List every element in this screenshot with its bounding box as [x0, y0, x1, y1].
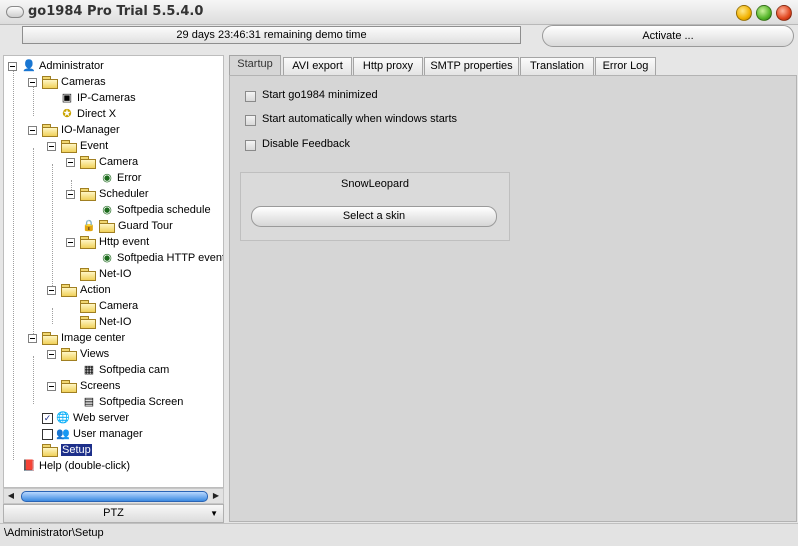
- tree-node-administrator[interactable]: 👤 Administrator: [8, 58, 104, 74]
- close-button[interactable]: [776, 5, 792, 21]
- folder-icon: [80, 236, 96, 250]
- tree-node-user-manager[interactable]: 👥 User manager: [42, 426, 143, 442]
- event-icon: ◉: [102, 172, 112, 185]
- tree-node-net-io[interactable]: Net-IO: [80, 266, 131, 282]
- demo-time-bar: 29 days 23:46:31 remaining demo time: [22, 26, 521, 44]
- folder-icon: [61, 140, 77, 154]
- folder-icon: [80, 188, 96, 202]
- event-icon: ◉: [102, 252, 112, 265]
- select-skin-button[interactable]: Select a skin: [251, 206, 497, 227]
- disable-feedback-checkbox[interactable]: [245, 140, 256, 151]
- ptz-label: PTZ: [103, 507, 124, 519]
- tree-line: [52, 164, 53, 292]
- maximize-button[interactable]: [756, 5, 772, 21]
- tree-node-ip-cameras[interactable]: ▣ IP-Cameras: [60, 90, 136, 106]
- folder-icon: [80, 300, 96, 314]
- tree-node-direct-x[interactable]: ✪ Direct X: [60, 106, 116, 122]
- tab-translation[interactable]: Translation: [520, 57, 594, 75]
- tree-line: [52, 308, 53, 324]
- folder-icon: [80, 156, 96, 170]
- tree-node-views[interactable]: Views: [47, 346, 109, 362]
- tree-node-softpedia-cam[interactable]: ▦ Softpedia cam: [82, 362, 170, 378]
- folder-icon: [80, 316, 96, 330]
- tab-smtp-properties[interactable]: SMTP properties: [424, 57, 519, 75]
- tree-node-image-center[interactable]: Image center: [28, 330, 125, 346]
- lock-icon: 🔒: [82, 220, 96, 233]
- folder-icon: [42, 124, 58, 138]
- tree-node-setup[interactable]: Setup: [42, 442, 92, 458]
- tree-node-event-camera[interactable]: Camera: [66, 154, 138, 170]
- start-minimized-label: Start go1984 minimized: [262, 89, 378, 101]
- screen-icon: ▤: [83, 396, 95, 409]
- tree-node-error[interactable]: ◉ Error: [100, 170, 141, 186]
- scroll-left-arrow-icon[interactable]: ◀: [4, 489, 18, 503]
- skin-name: SnowLeopard: [341, 178, 409, 190]
- window-menu-icon[interactable]: [6, 6, 24, 18]
- users-icon: 👥: [56, 428, 70, 441]
- tree-node-web-server[interactable]: ✓ 🌐 Web server: [42, 410, 129, 426]
- ptz-dropdown[interactable]: PTZ ▼: [3, 504, 224, 523]
- folder-icon: [42, 76, 58, 90]
- tree-node-action-camera[interactable]: Camera: [80, 298, 138, 314]
- scroll-right-arrow-icon[interactable]: ▶: [209, 489, 223, 503]
- chevron-down-icon: ▼: [210, 509, 218, 518]
- start-minimized-checkbox[interactable]: [245, 91, 256, 102]
- event-icon: ◉: [102, 204, 112, 217]
- title-bar: go1984 Pro Trial 5.5.4.0: [0, 0, 798, 25]
- folder-icon: [61, 380, 77, 394]
- scroll-thumb[interactable]: [21, 491, 208, 502]
- autostart-label: Start automatically when windows starts: [262, 113, 458, 125]
- status-path: \Administrator\Setup: [4, 527, 104, 539]
- tree-node-help[interactable]: 📕 Help (double-click): [22, 458, 130, 474]
- skin-group: SnowLeopard Select a skin: [240, 172, 510, 241]
- tree-node-guard-tour[interactable]: 🔒 Guard Tour: [82, 218, 173, 234]
- autostart-checkbox[interactable]: [245, 115, 256, 126]
- folder-icon: [42, 332, 58, 346]
- tree-node-cameras[interactable]: Cameras: [28, 74, 106, 90]
- ip-camera-icon: ▣: [61, 92, 73, 105]
- tree-node-action[interactable]: Action: [47, 282, 111, 298]
- folder-icon: [61, 284, 77, 298]
- grid-view-icon: ▦: [83, 364, 95, 377]
- tab-avi-export[interactable]: AVI export: [283, 57, 352, 75]
- tree-node-scheduler[interactable]: Scheduler: [66, 186, 149, 202]
- window-title: go1984 Pro Trial 5.5.4.0: [28, 4, 204, 19]
- tree-node-softpedia-schedule[interactable]: ◉ Softpedia schedule: [100, 202, 210, 218]
- tree-node-io-manager[interactable]: IO-Manager: [28, 122, 120, 138]
- tree-node-http-event[interactable]: Http event: [66, 234, 149, 250]
- navigation-tree[interactable]: 👤 Administrator Cameras ▣ IP-Cameras ✪ Dire…: [3, 55, 224, 488]
- folder-icon: [80, 268, 96, 282]
- directx-icon: ✪: [62, 108, 72, 121]
- tree-line: [13, 68, 14, 460]
- help-book-icon: 📕: [22, 460, 36, 473]
- minimize-button[interactable]: [736, 5, 752, 21]
- setup-folder-icon: [42, 444, 58, 458]
- tree-node-softpedia-http-event[interactable]: ◉ Softpedia HTTP event: [100, 250, 223, 266]
- checkbox-checked-icon[interactable]: ✓: [42, 412, 53, 424]
- disable-feedback-label: Disable Feedback: [262, 138, 351, 150]
- tab-startup[interactable]: Startup: [229, 55, 281, 76]
- status-bar: \Administrator\Setup: [0, 523, 798, 546]
- tree-node-screens[interactable]: Screens: [47, 378, 120, 394]
- checkbox-icon[interactable]: [42, 428, 53, 440]
- tree-horizontal-scrollbar[interactable]: ◀ ▶: [3, 488, 224, 504]
- tree-line: [33, 356, 34, 404]
- administrator-icon: 👤: [22, 60, 36, 73]
- activate-button[interactable]: Activate ...: [542, 25, 794, 47]
- tree-node-softpedia-screen[interactable]: ▤ Softpedia Screen: [82, 394, 184, 410]
- tree-line: [33, 148, 34, 340]
- globe-icon: 🌐: [56, 412, 70, 425]
- folder-icon: [99, 220, 115, 234]
- tab-error-log[interactable]: Error Log: [595, 57, 656, 75]
- tree-node-action-net-io[interactable]: Net-IO: [80, 314, 131, 330]
- tab-http-proxy[interactable]: Http proxy: [353, 57, 423, 75]
- tree-node-event[interactable]: Event: [47, 138, 108, 154]
- startup-panel: Start go1984 minimized Start automatical…: [229, 75, 797, 522]
- folder-icon: [61, 348, 77, 362]
